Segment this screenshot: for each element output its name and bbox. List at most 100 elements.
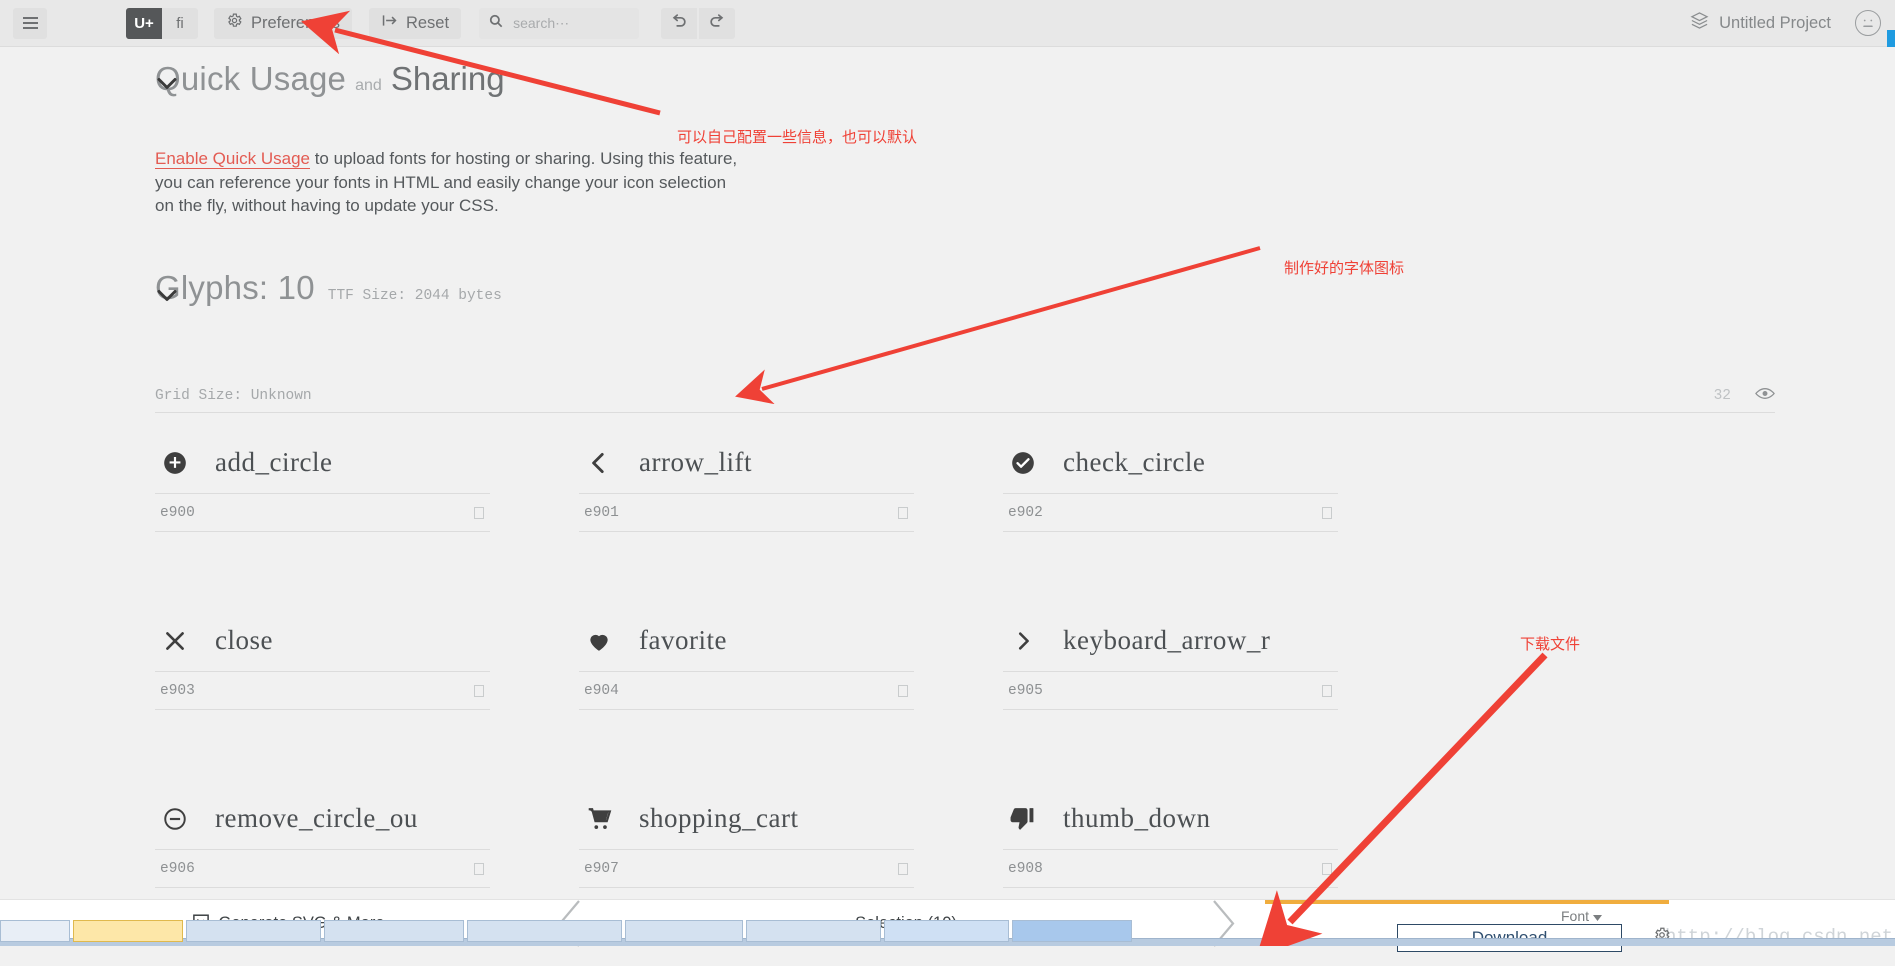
redo-button[interactable] — [699, 7, 736, 39]
gear-icon — [226, 12, 243, 34]
glyph-preview-box — [1322, 862, 1332, 875]
preferences-button[interactable]: Preferences — [214, 7, 352, 39]
os-taskbar-items — [0, 920, 1135, 942]
glyph-code[interactable]: e902 — [1008, 505, 1043, 521]
add-circle-icon — [160, 448, 190, 478]
eye-icon[interactable] — [1755, 387, 1775, 405]
quick-usage-line3: on the fly, without having to update you… — [155, 196, 499, 215]
caret-down-icon — [1593, 908, 1603, 924]
quick-usage-line2: you can reference your fonts in HTML and… — [155, 172, 727, 192]
glyph-cell[interactable]: close e903 — [155, 610, 490, 788]
glyph-name: arrow_lift — [639, 447, 752, 477]
glyph-name: check_circle — [1063, 447, 1206, 477]
menu-button[interactable] — [13, 7, 47, 39]
grid-size-controls: 32 — [1714, 387, 1775, 405]
project-name[interactable]: Untitled Project — [1719, 14, 1831, 33]
top-toolbar: U+ fi Preferences Reset search⋯ Untitled… — [0, 0, 1895, 48]
glyph-preview-box — [1322, 506, 1332, 519]
undo-arrow-icon — [670, 13, 688, 33]
chevron-left-icon — [584, 448, 614, 478]
taskbar-item[interactable] — [467, 920, 622, 942]
glyph-header[interactable]: remove_circle_ou — [155, 788, 490, 850]
glyph-footer: e902 — [1003, 494, 1338, 532]
font-format-label: Font — [1561, 907, 1590, 924]
taskbar-item[interactable] — [0, 920, 70, 942]
quick-usage-title-sharing: Sharing — [390, 60, 505, 97]
glyph-grid: add_circle e900 arrow_lift e901 check_ci… — [155, 432, 1365, 966]
shopping-cart-icon — [584, 804, 614, 834]
grid-size-value[interactable]: 32 — [1714, 388, 1731, 404]
glyph-preview-box — [898, 862, 908, 875]
glyph-footer: e901 — [579, 494, 914, 532]
taskbar-item[interactable] — [625, 920, 743, 942]
glyph-code[interactable]: e903 — [160, 683, 195, 699]
glyph-footer: e904 — [579, 672, 914, 710]
redo-arrow-icon — [708, 13, 726, 33]
grid-size-label: Grid Size: Unknown — [155, 388, 312, 404]
glyph-code[interactable]: e905 — [1008, 683, 1043, 699]
glyph-cell[interactable]: favorite e904 — [579, 610, 914, 788]
glyph-cell[interactable]: keyboard_arrow_r e905 — [1003, 610, 1338, 788]
avatar[interactable] — [1855, 10, 1881, 36]
font-format-selector[interactable]: Font — [1561, 907, 1603, 924]
quick-usage-conjunction: and — [355, 77, 382, 94]
glyph-name: shopping_cart — [639, 803, 799, 833]
glyph-code[interactable]: e904 — [584, 683, 619, 699]
glyph-footer: e908 — [1003, 850, 1338, 888]
glyph-code[interactable]: e900 — [160, 505, 195, 521]
glyph-header[interactable]: add_circle — [155, 432, 490, 494]
check-circle-icon — [1008, 448, 1038, 478]
scrollbar-marker[interactable] — [1887, 30, 1895, 48]
glyph-cell[interactable]: arrow_lift e901 — [579, 432, 914, 610]
quick-usage-description: Enable Quick Usage to upload fonts for h… — [155, 147, 737, 218]
glyph-preview-box — [1322, 684, 1332, 697]
glyph-header[interactable]: favorite — [579, 610, 914, 672]
undo-button[interactable] — [661, 7, 698, 39]
taskbar-item[interactable] — [73, 920, 183, 942]
glyph-footer: e905 — [1003, 672, 1338, 710]
reset-button[interactable]: Reset — [368, 7, 462, 39]
glyph-code[interactable]: e908 — [1008, 861, 1043, 877]
glyph-footer: e907 — [579, 850, 914, 888]
main-content: Quick Usage and Sharing Enable Quick Usa… — [0, 47, 1895, 899]
glyph-cell[interactable]: add_circle e900 — [155, 432, 490, 610]
unicode-mode-button[interactable]: U+ — [126, 7, 162, 39]
search-input[interactable] — [511, 14, 630, 32]
quick-usage-section-header[interactable]: Quick Usage and Sharing — [0, 60, 505, 98]
glyph-name: thumb_down — [1063, 803, 1211, 833]
chevron-down-icon[interactable] — [155, 76, 179, 97]
preferences-label: Preferences — [251, 13, 340, 32]
glyph-footer: e903 — [155, 672, 490, 710]
reset-icon — [381, 13, 398, 33]
grid-size-row: Grid Size: Unknown 32 — [155, 387, 1775, 413]
glyph-cell[interactable]: check_circle e902 — [1003, 432, 1338, 610]
taskbar-item[interactable] — [324, 920, 464, 942]
glyph-header[interactable]: close — [155, 610, 490, 672]
enable-quick-usage-link[interactable]: Enable Quick Usage — [155, 149, 310, 169]
codepoint-mode-toggle[interactable]: U+ fi — [126, 7, 198, 39]
glyph-header[interactable]: shopping_cart — [579, 788, 914, 850]
chevron-down-icon[interactable] — [155, 288, 179, 309]
glyph-header[interactable]: keyboard_arrow_r — [1003, 610, 1338, 672]
progress-bar — [1265, 899, 1669, 904]
glyph-name: close — [215, 625, 273, 655]
layers-icon — [1690, 11, 1709, 35]
search-box[interactable] — [479, 7, 640, 39]
taskbar-item[interactable] — [746, 920, 881, 942]
thumb-down-icon — [1008, 804, 1038, 834]
glyph-code[interactable]: e901 — [584, 505, 619, 521]
taskbar-item[interactable] — [884, 920, 1009, 942]
glyph-header[interactable]: check_circle — [1003, 432, 1338, 494]
glyph-code[interactable]: e906 — [160, 861, 195, 877]
glyph-preview-box — [474, 862, 484, 875]
glyph-preview-box — [474, 506, 484, 519]
taskbar-item[interactable] — [1012, 920, 1132, 942]
ligature-mode-button[interactable]: fi — [162, 7, 198, 39]
glyphs-section-header[interactable]: Glyphs: 10 TTF Size: 2044 bytes — [0, 269, 502, 307]
glyph-name: favorite — [639, 625, 727, 655]
toolbar-right-group: Untitled Project — [1690, 10, 1895, 36]
glyph-code[interactable]: e907 — [584, 861, 619, 877]
glyph-header[interactable]: arrow_lift — [579, 432, 914, 494]
glyph-header[interactable]: thumb_down — [1003, 788, 1338, 850]
taskbar-item[interactable] — [186, 920, 321, 942]
